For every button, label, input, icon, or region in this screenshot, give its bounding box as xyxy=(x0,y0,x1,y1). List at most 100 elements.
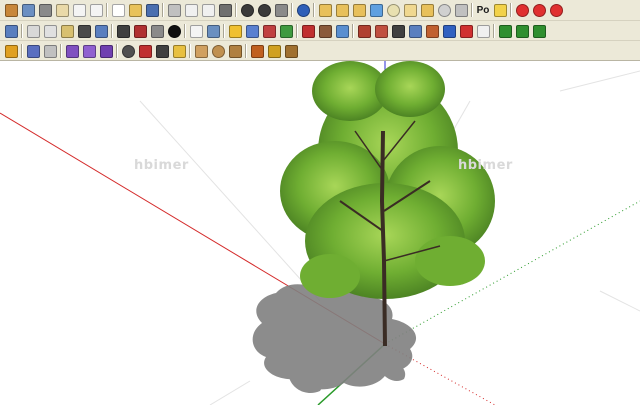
tag-2-button[interactable] xyxy=(334,2,350,18)
component-green-button[interactable] xyxy=(278,23,294,39)
house-button[interactable] xyxy=(37,2,53,18)
xray-icon xyxy=(150,24,164,38)
follow-button[interactable] xyxy=(205,23,221,39)
cone-icon xyxy=(194,44,208,58)
paper-button[interactable] xyxy=(475,23,491,39)
blue-grid-button[interactable] xyxy=(441,23,457,39)
delete-x-button[interactable] xyxy=(217,2,233,18)
top-view-button[interactable] xyxy=(25,23,41,39)
red-tool-icon xyxy=(138,44,152,58)
purple-cube-button[interactable] xyxy=(64,43,80,59)
cone-button[interactable] xyxy=(193,43,209,59)
green-c-button[interactable] xyxy=(531,23,547,39)
curve-tool-icon xyxy=(189,24,203,38)
tag-button[interactable] xyxy=(317,2,333,18)
pencil-yellow-icon xyxy=(228,24,242,38)
paste-button[interactable] xyxy=(200,2,216,18)
red-tool-button[interactable] xyxy=(137,43,153,59)
compass-button[interactable] xyxy=(356,23,372,39)
purple-cube-2-icon xyxy=(82,44,96,58)
texture-grid-button[interactable] xyxy=(132,23,148,39)
book-icon xyxy=(21,3,35,17)
print-button[interactable] xyxy=(273,2,289,18)
back-view-button[interactable] xyxy=(76,23,92,39)
pencil-icon xyxy=(4,44,18,58)
measure-button[interactable] xyxy=(154,43,170,59)
front-view-button[interactable] xyxy=(42,23,58,39)
left-view-button[interactable] xyxy=(93,23,109,39)
house-outline-2-button[interactable] xyxy=(88,2,104,18)
red-axes-button[interactable] xyxy=(300,23,316,39)
section-button[interactable] xyxy=(317,23,333,39)
watermark-right: hbimer xyxy=(458,158,513,173)
black-sphere-button[interactable] xyxy=(166,23,182,39)
purple-cube-3-button[interactable] xyxy=(98,43,114,59)
paper-icon xyxy=(476,24,490,38)
red-ball-3-button[interactable] xyxy=(548,2,564,18)
copy-button[interactable] xyxy=(183,2,199,18)
cut-scissors-button[interactable] xyxy=(166,2,182,18)
walk-button[interactable] xyxy=(373,23,389,39)
model-info-button[interactable] xyxy=(295,2,311,18)
tree-foliage xyxy=(280,61,495,299)
window-button[interactable] xyxy=(42,43,58,59)
iso-view-button[interactable] xyxy=(3,23,19,39)
house-outline-button[interactable] xyxy=(71,2,87,18)
cube-yellow-button[interactable] xyxy=(419,2,435,18)
redo-button[interactable] xyxy=(256,2,272,18)
3d-viewport[interactable]: hbimer hbimer xyxy=(0,61,640,405)
brick-icon xyxy=(425,24,439,38)
box-button[interactable] xyxy=(3,2,19,18)
xray-button[interactable] xyxy=(149,23,165,39)
po-label-button[interactable]: Po xyxy=(475,2,491,18)
yellow-x-icon xyxy=(493,3,507,17)
tag-3-button[interactable] xyxy=(351,2,367,18)
toolbar-separator xyxy=(60,44,62,58)
red-ball-2-button[interactable] xyxy=(531,2,547,18)
sphere-brown-button[interactable] xyxy=(210,43,226,59)
yellow-q-button[interactable] xyxy=(266,43,282,59)
cylinder-button[interactable] xyxy=(402,2,418,18)
pencil-yellow-button[interactable] xyxy=(227,23,243,39)
eraser-button[interactable] xyxy=(244,23,260,39)
yellow-pen-button[interactable] xyxy=(171,43,187,59)
green-t-button[interactable] xyxy=(514,23,530,39)
paint-bucket-button[interactable] xyxy=(261,23,277,39)
red-ball-button[interactable] xyxy=(514,2,530,18)
brick-button[interactable] xyxy=(424,23,440,39)
brown-tool-button[interactable] xyxy=(283,43,299,59)
xbox-red-button[interactable] xyxy=(458,23,474,39)
cube-blue-icon xyxy=(369,3,383,17)
arc-tool-button[interactable] xyxy=(120,43,136,59)
purple-cube-2-button[interactable] xyxy=(81,43,97,59)
green-s-icon xyxy=(498,24,512,38)
undo-button[interactable] xyxy=(239,2,255,18)
paint-bucket-icon xyxy=(262,24,276,38)
sphere-button[interactable] xyxy=(385,2,401,18)
toolbar-separator xyxy=(313,3,315,17)
box-front-button[interactable] xyxy=(54,2,70,18)
open-folder-button[interactable] xyxy=(127,2,143,18)
new-file-button[interactable] xyxy=(110,2,126,18)
save-disk-button[interactable] xyxy=(144,2,160,18)
orange-ring-button[interactable] xyxy=(249,43,265,59)
ring-button[interactable] xyxy=(436,2,452,18)
book-button[interactable] xyxy=(20,2,36,18)
green-s-button[interactable] xyxy=(497,23,513,39)
box-front-icon xyxy=(55,3,69,17)
spray-button[interactable] xyxy=(25,43,41,59)
layers-button[interactable] xyxy=(334,23,350,39)
pencil-button[interactable] xyxy=(3,43,19,59)
pen-button[interactable] xyxy=(390,23,406,39)
open-folder-icon xyxy=(128,3,142,17)
curve-tool-button[interactable] xyxy=(188,23,204,39)
right-view-button[interactable] xyxy=(59,23,75,39)
cube-blue-button[interactable] xyxy=(368,2,384,18)
sphere-icon xyxy=(386,3,400,17)
cylinder-icon xyxy=(403,3,417,17)
gear-button[interactable] xyxy=(407,23,423,39)
shaded-button[interactable] xyxy=(115,23,131,39)
pyramid-button[interactable] xyxy=(227,43,243,59)
yellow-x-button[interactable] xyxy=(492,2,508,18)
cube-gray-button[interactable] xyxy=(453,2,469,18)
